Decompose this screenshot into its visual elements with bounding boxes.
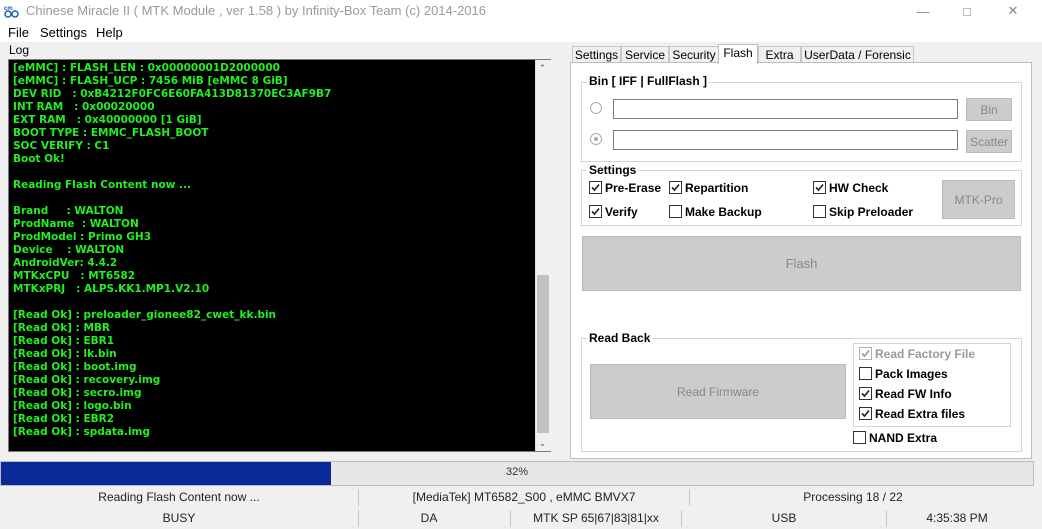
log-line: [Read Ok] : boot.img bbox=[13, 361, 137, 373]
scroll-up-icon[interactable]: ⌃ bbox=[535, 60, 550, 76]
status-port: USB bbox=[771, 511, 797, 525]
tab-security[interactable]: Security bbox=[669, 46, 719, 63]
minimize-icon[interactable]: — bbox=[900, 0, 946, 22]
read-extra-files-label: Read Extra files bbox=[875, 407, 966, 421]
log-line: Reading Flash Content now ... bbox=[13, 179, 191, 191]
status-chip-info: [MediaTek] MT6582_S00 , eMMC BMVX7 bbox=[412, 490, 636, 504]
log-line: Brand : WALTON bbox=[13, 205, 124, 217]
nand-extra-label: NAND Extra bbox=[869, 431, 938, 445]
pack-images-checkbox[interactable] bbox=[859, 367, 872, 380]
log-line: ProdName : WALTON bbox=[13, 218, 139, 230]
scatter-radio[interactable] bbox=[590, 133, 602, 145]
log-line: [eMMC] : FLASH_UCP : 7456 MiB [eMMC 8 Gi… bbox=[13, 75, 288, 87]
log-line: AndroidVer: 4.4.2 bbox=[13, 257, 118, 269]
mtk-pro-button[interactable]: MTK-Pro bbox=[942, 180, 1015, 219]
log-line: EXT RAM : 0x40000000 [1 GiB] bbox=[13, 114, 202, 126]
log-line: Boot Ok! bbox=[13, 153, 65, 165]
log-line: MTKxPRJ : ALPS.KK1.MP1.V2.10 bbox=[13, 283, 210, 295]
window-title: Chinese Miracle II ( MTK Module , ver 1.… bbox=[26, 3, 487, 18]
bin-group-title: Bin [ IFF | FullFlash ] bbox=[587, 74, 710, 88]
read-fw-info-checkbox[interactable] bbox=[859, 387, 872, 400]
pre-erase-label: Pre-Erase bbox=[605, 181, 662, 195]
hw-check-label: HW Check bbox=[829, 181, 889, 195]
make-backup-label: Make Backup bbox=[685, 205, 762, 219]
menu-help[interactable]: Help bbox=[96, 25, 123, 40]
menu-file[interactable]: File bbox=[8, 25, 29, 40]
status-message: Reading Flash Content now ... bbox=[98, 490, 260, 504]
read-factory-file-checkbox[interactable] bbox=[859, 347, 872, 360]
tab-service[interactable]: Service bbox=[621, 46, 669, 63]
menu-bar bbox=[0, 22, 1042, 42]
read-factory-file-label: Read Factory File bbox=[875, 347, 976, 361]
log-line: [eMMC] : FLASH_LEN : 0x00000001D2000000 bbox=[13, 62, 280, 74]
log-line: [Read Ok] : MBR bbox=[13, 322, 111, 334]
repartition-label: Repartition bbox=[685, 181, 749, 195]
log-line: Device : WALTON bbox=[13, 244, 125, 256]
log-line bbox=[13, 192, 331, 205]
log-line bbox=[13, 296, 331, 309]
nand-extra-checkbox[interactable] bbox=[853, 431, 866, 444]
log-line: [Read Ok] : logo.bin bbox=[13, 400, 132, 412]
verify-checkbox[interactable] bbox=[589, 205, 602, 218]
bin-group bbox=[581, 82, 1022, 162]
make-backup-checkbox[interactable] bbox=[669, 205, 682, 218]
log-line: [Read Ok] : lk.bin bbox=[13, 348, 117, 360]
bin-path-input[interactable] bbox=[613, 99, 958, 119]
status-bar-primary: Reading Flash Content now ... [MediaTek]… bbox=[0, 487, 1042, 508]
bin-radio[interactable] bbox=[590, 102, 602, 114]
log-lines: [eMMC] : FLASH_LEN : 0x00000001D2000000[… bbox=[13, 62, 331, 439]
pack-images-label: Pack Images bbox=[875, 367, 948, 381]
log-line: SOC VERIFY : C1 bbox=[13, 140, 110, 152]
status-mode: DA bbox=[420, 511, 438, 525]
infinity-logo-icon: cm bbox=[4, 4, 20, 18]
log-line: [Read Ok] : EBR2 bbox=[13, 413, 115, 425]
read-firmware-button[interactable]: Read Firmware bbox=[590, 364, 846, 419]
log-label: Log bbox=[9, 43, 30, 57]
pre-erase-checkbox[interactable] bbox=[589, 181, 602, 194]
status-time: 4:35:38 PM bbox=[926, 511, 988, 525]
tab-settings[interactable]: Settings bbox=[572, 46, 621, 63]
read-extra-files-checkbox[interactable] bbox=[859, 407, 872, 420]
log-line: [Read Ok] : recovery.img bbox=[13, 374, 161, 386]
skip-preloader-checkbox[interactable] bbox=[813, 205, 826, 218]
repartition-checkbox[interactable] bbox=[669, 181, 682, 194]
menu-settings[interactable]: Settings bbox=[40, 25, 87, 40]
readback-group-title: Read Back bbox=[587, 331, 653, 345]
log-line: BOOT TYPE : EMMC_FLASH_BOOT bbox=[13, 127, 209, 139]
hw-check-checkbox[interactable] bbox=[813, 181, 826, 194]
scatter-button[interactable]: Scatter bbox=[966, 130, 1012, 153]
scroll-thumb[interactable] bbox=[537, 275, 549, 433]
tab-flash[interactable]: Flash bbox=[718, 44, 758, 64]
read-fw-info-label: Read FW Info bbox=[875, 387, 952, 401]
log-line bbox=[13, 166, 331, 179]
log-console[interactable]: [eMMC] : FLASH_LEN : 0x00000001D2000000[… bbox=[8, 59, 551, 452]
log-line: MTKxCPU : MT6582 bbox=[13, 270, 136, 282]
log-line: [Read Ok] : preloader_gionee82_cwet_kk.b… bbox=[13, 309, 277, 321]
log-line: DEV RID : 0xB4212F0FC6E60FA413D81370EC3A… bbox=[13, 88, 332, 100]
flash-button[interactable]: Flash bbox=[582, 236, 1021, 291]
skip-preloader-label: Skip Preloader bbox=[829, 205, 914, 219]
log-line: INT RAM : 0x00020000 bbox=[13, 101, 155, 113]
status-sp: MTK SP 65|67|83|81|xx bbox=[533, 511, 659, 525]
log-line: [Read Ok] : EBR1 bbox=[13, 335, 115, 347]
tab-extra[interactable]: Extra bbox=[758, 46, 801, 63]
verify-label: Verify bbox=[605, 205, 638, 219]
scatter-path-input[interactable] bbox=[613, 130, 958, 150]
log-line: [Read Ok] : secro.img bbox=[13, 387, 142, 399]
status-bar-secondary: BUSY DA MTK SP 65|67|83|81|xx USB 4:35:3… bbox=[0, 508, 1042, 529]
close-icon[interactable]: ✕ bbox=[990, 0, 1036, 22]
progress-label: 32% bbox=[505, 466, 529, 478]
bin-button[interactable]: Bin bbox=[966, 98, 1012, 121]
tab-userdata-forensic[interactable]: UserData / Forensic bbox=[801, 46, 914, 63]
scroll-down-icon[interactable]: ⌄ bbox=[535, 435, 550, 451]
maximize-icon[interactable]: □ bbox=[944, 0, 990, 22]
settings-group-title: Settings bbox=[587, 163, 639, 177]
log-line: [Read Ok] : spdata.img bbox=[13, 426, 150, 438]
log-line: ProdModel : Primo GH3 bbox=[13, 231, 152, 243]
status-state: BUSY bbox=[162, 511, 196, 525]
status-processing: Processing 18 / 22 bbox=[803, 490, 903, 504]
